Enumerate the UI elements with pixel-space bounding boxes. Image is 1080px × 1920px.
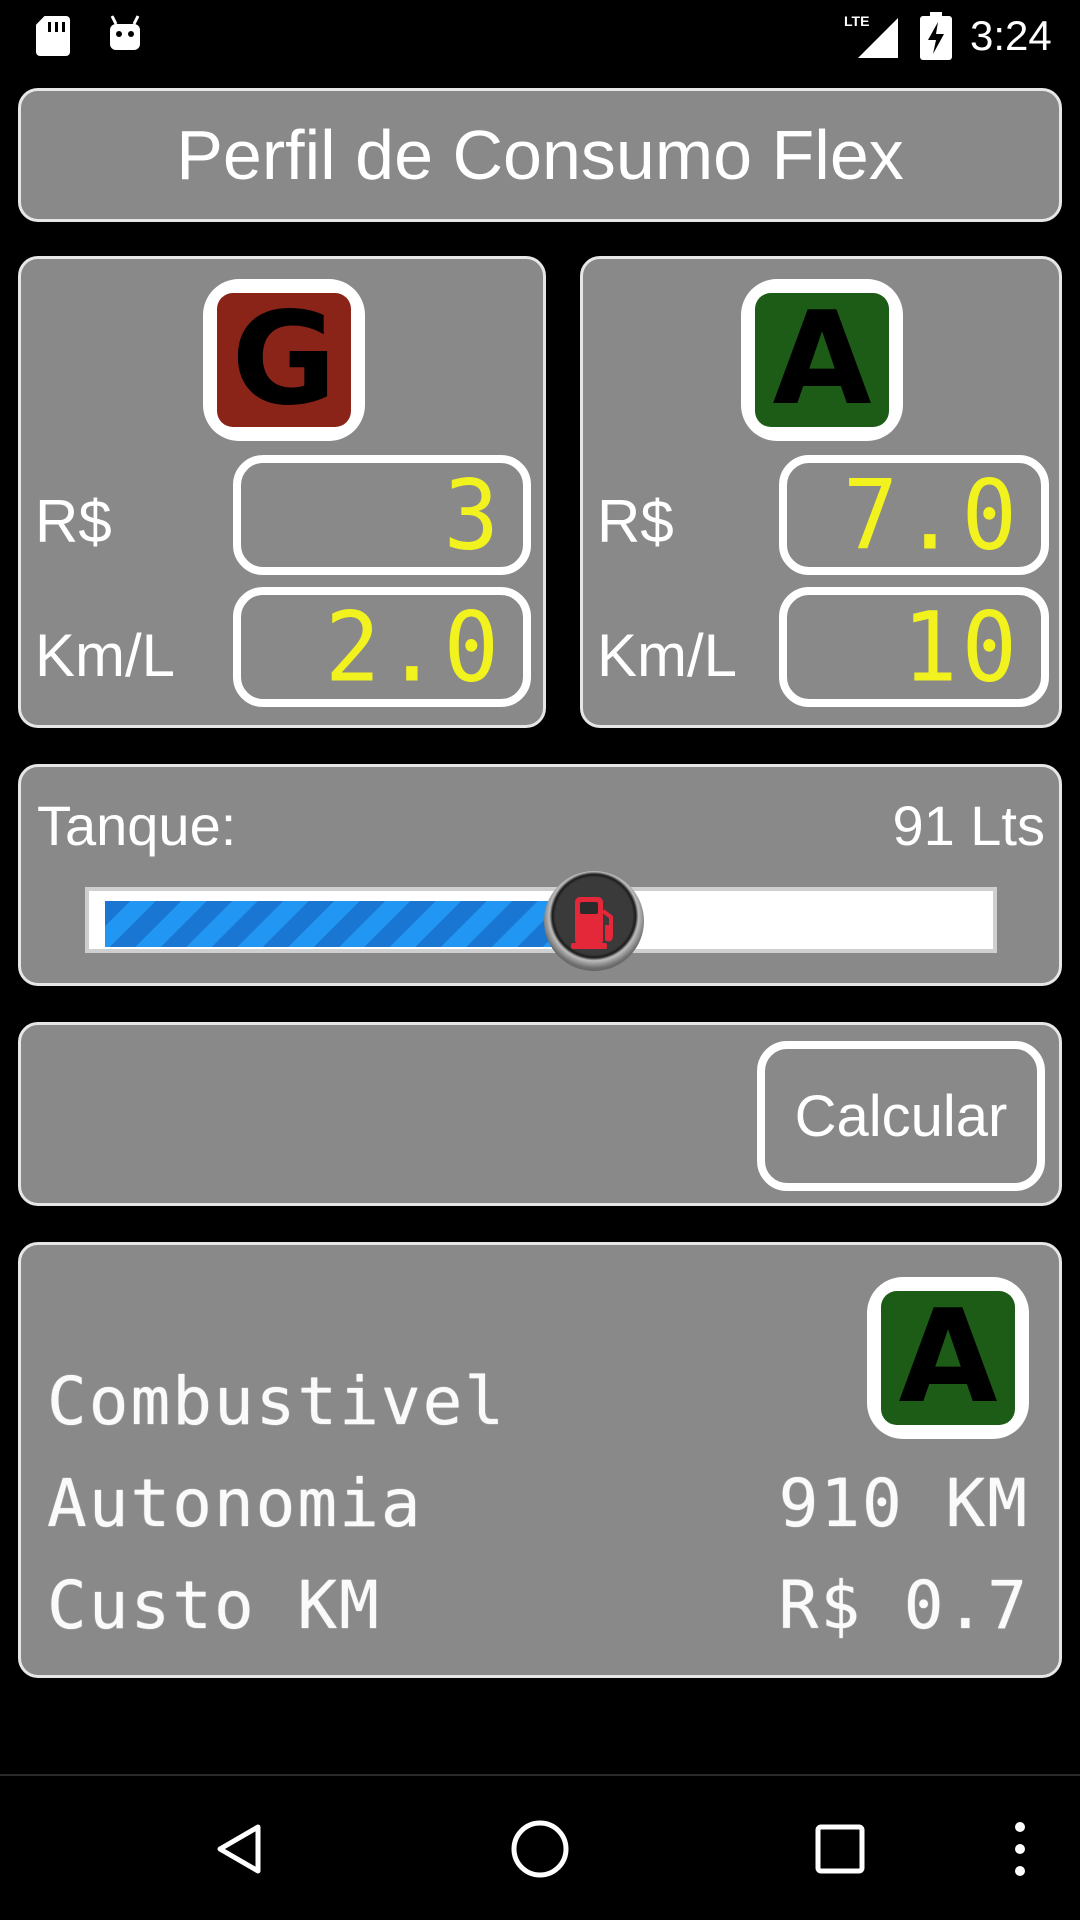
calculate-panel: Calcular — [18, 1022, 1062, 1206]
result-fuel-label: Combustivel — [47, 1363, 507, 1440]
nav-back-button[interactable] — [170, 1776, 310, 1920]
overflow-dots-icon — [1015, 1822, 1025, 1876]
gasoline-efficiency-value: 2.0 — [324, 590, 503, 704]
app-title: Perfil de Consumo Flex — [176, 116, 904, 194]
gasoline-price-label: R$ — [35, 488, 112, 555]
status-clock: 3:24 — [970, 12, 1052, 59]
fuel-pump-icon — [571, 897, 613, 949]
alcohol-price-input[interactable]: 7.0 — [779, 455, 1049, 575]
status-bar: LTE 3:24 — [0, 0, 1080, 72]
alcohol-badge-letter: A — [755, 293, 889, 427]
alcohol-price-value: 7.0 — [842, 458, 1021, 572]
tank-slider[interactable] — [85, 887, 997, 953]
result-autonomy-value: 910 KM — [778, 1465, 1029, 1542]
calculate-button[interactable]: Calcular — [757, 1041, 1045, 1191]
gasoline-efficiency-input[interactable]: 2.0 — [233, 587, 531, 707]
navigation-bar — [0, 1774, 1080, 1920]
battery-charging-icon — [920, 12, 952, 60]
sd-card-icon — [36, 16, 70, 56]
alcohol-price-label: R$ — [597, 488, 674, 555]
recents-square-icon — [815, 1824, 865, 1874]
tank-slider-fill — [105, 901, 598, 947]
gasoline-badge: G — [203, 279, 365, 441]
gasoline-price-input[interactable]: 3 — [233, 455, 531, 575]
tank-label: Tanque: — [37, 794, 237, 857]
tank-slider-thumb[interactable] — [544, 871, 644, 971]
result-cost-value: R$ 0.7 — [778, 1567, 1029, 1644]
nav-home-button[interactable] — [470, 1776, 610, 1920]
result-fuel-badge: A — [867, 1277, 1029, 1439]
android-icon — [110, 15, 140, 50]
alcohol-badge: A — [741, 279, 903, 441]
alcohol-efficiency-input[interactable]: 10 — [779, 587, 1049, 707]
title-panel: Perfil de Consumo Flex — [18, 88, 1062, 222]
gasoline-efficiency-label: Km/L — [35, 622, 176, 689]
result-fuel-badge-letter: A — [881, 1291, 1015, 1425]
alcohol-efficiency-label: Km/L — [597, 622, 738, 689]
alcohol-panel: A R$ 7.0 Km/L 10 — [580, 256, 1062, 728]
tank-value: 91 Lts — [892, 794, 1045, 857]
lte-signal-icon: LTE — [844, 13, 898, 58]
svg-text:LTE: LTE — [844, 13, 869, 29]
alcohol-efficiency-value: 10 — [902, 590, 1021, 704]
result-autonomy-label: Autonomia — [47, 1465, 423, 1542]
result-cost-label: Custo KM — [47, 1567, 381, 1644]
result-panel: A Combustivel Autonomia 910 KM Custo KM … — [18, 1242, 1062, 1678]
home-circle-icon — [511, 1820, 569, 1878]
gasoline-panel: G R$ 3 Km/L 2.0 — [18, 256, 546, 728]
gasoline-price-value: 3 — [443, 458, 503, 572]
back-triangle-icon — [217, 1824, 261, 1874]
gasoline-badge-letter: G — [217, 293, 351, 427]
nav-recents-button[interactable] — [770, 1776, 910, 1920]
tank-panel: Tanque: 91 Lts — [18, 764, 1062, 986]
nav-menu-button[interactable] — [950, 1776, 1080, 1920]
